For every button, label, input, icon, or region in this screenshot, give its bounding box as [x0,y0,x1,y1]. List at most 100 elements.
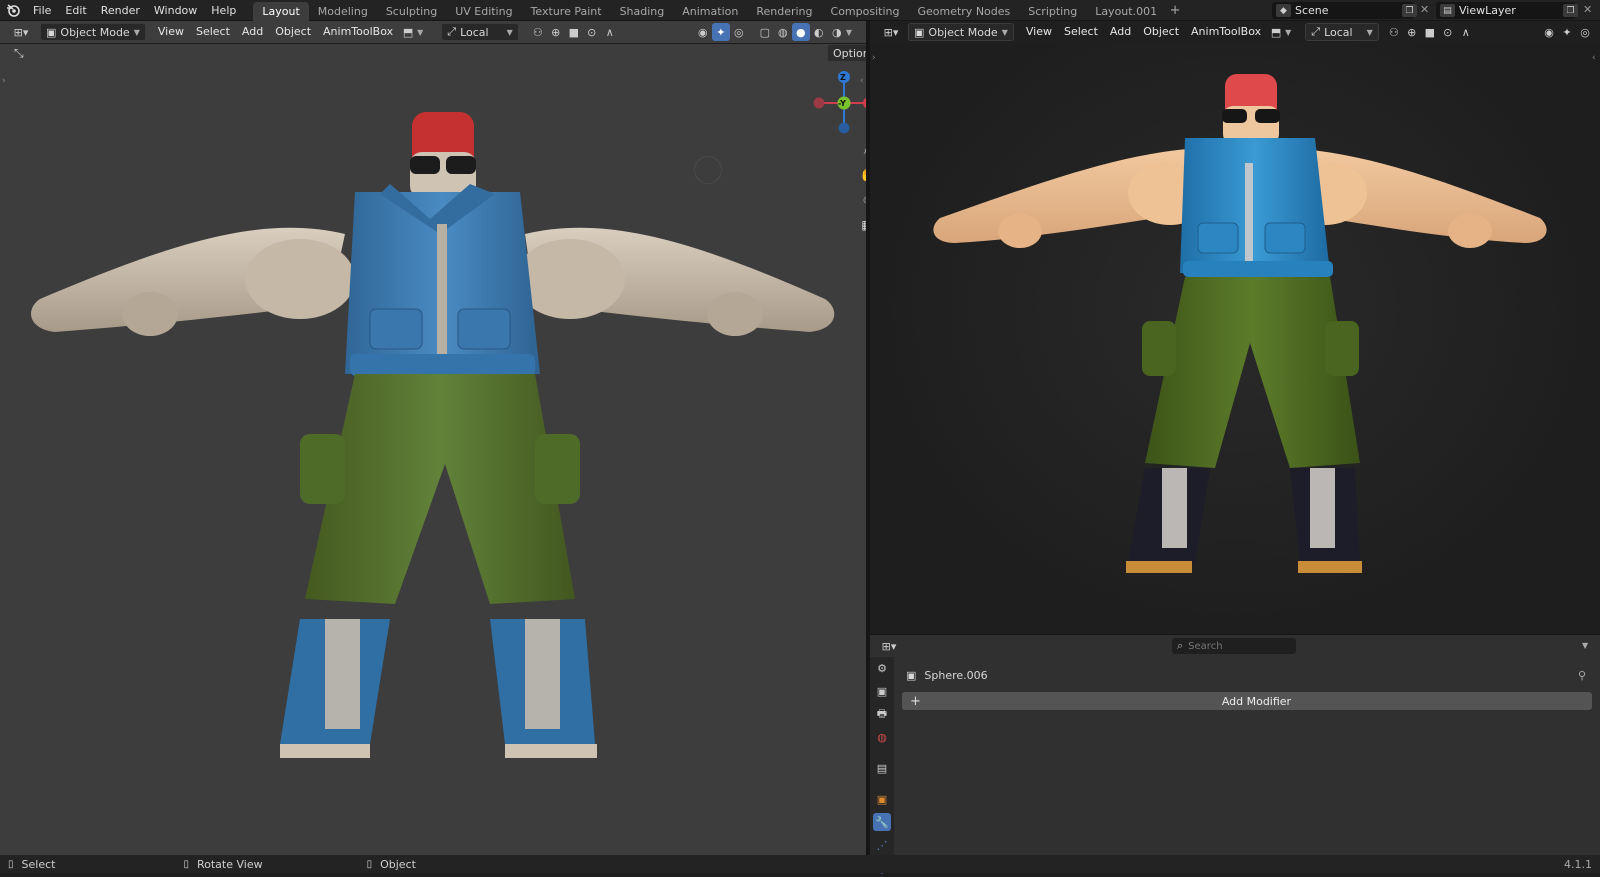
solid-shading-icon[interactable]: ● [791,23,810,41]
character-model-solid[interactable] [0,44,866,855]
tab-scripting[interactable]: Scripting [1019,2,1086,21]
right-orientation-dropdown[interactable]: ⤢ Local ▼ [1305,23,1379,41]
snap-icon[interactable]: ⊕ [547,23,565,41]
new-view-layer-icon[interactable]: ❐ [1563,4,1578,17]
workspace-tabs: Layout Modeling Sculpting UV Editing Texture… [253,0,1166,21]
chevron-down-icon: ▼ [417,27,424,37]
pivot-icon[interactable]: ⚇ [1385,23,1403,41]
add-workspace-button[interactable]: + [1166,1,1184,20]
left-orientation-label: Local [460,25,489,39]
render-icon[interactable]: ▣ [873,682,891,700]
particles-icon[interactable]: ⋰ [873,836,891,854]
tab-shading[interactable]: Shading [611,2,674,21]
object-cube-icon: ▣ [906,669,917,682]
add-modifier-plus-icon: + [910,693,921,709]
menu-help[interactable]: Help [204,0,243,21]
proportional-edit-icon[interactable]: ⊙ [1439,23,1457,41]
world-icon[interactable]: ◍ [873,728,891,746]
tab-sculpting[interactable]: Sculpting [377,2,446,21]
chevron-down-icon: ▼ [506,27,513,37]
tab-layout[interactable]: Layout [253,1,309,21]
falloff-icon[interactable]: ∧ [601,23,619,41]
left-menu-object[interactable]: Object [269,23,317,41]
properties-search[interactable]: ⌕ [1172,638,1296,654]
falloff-icon[interactable]: ∧ [1457,23,1475,41]
overlay-icon[interactable]: ◎ [730,23,748,41]
left-mode-dropdown[interactable]: ▣ Object Mode ▼ [40,23,146,41]
left-menu-animtoolbox[interactable]: AnimToolBox [317,23,399,41]
snap-icon[interactable]: ⊕ [1403,23,1421,41]
visibility-icon[interactable]: ◉ [694,23,712,41]
editor-type-icon[interactable]: ⊞▾ [8,23,34,41]
character-model-rendered[interactable] [870,43,1600,634]
keyframe-icon[interactable]: ⬒ [399,23,417,41]
view-layer-selector[interactable]: ▤ ViewLayer [1436,2,1576,19]
menu-render[interactable]: Render [94,0,147,21]
pin-icon[interactable]: ⚲ [1578,669,1586,682]
menu-window[interactable]: Window [147,0,204,21]
rendered-shading-icon[interactable]: ◑ [828,23,846,41]
left-viewport[interactable]: ⤡ › Options ▼ ‹ Z -Y X ⌕ ✋ ⌾ ▦ [0,44,866,855]
close-view-layer-icon[interactable]: ✕ [1583,3,1592,16]
chevron-down-icon: ▼ [1285,27,1292,37]
material-shading-icon[interactable]: ◐ [810,23,828,41]
scene-selector[interactable]: ◆ Scene ⚲ [1272,2,1414,19]
right-menu-add[interactable]: Add [1104,23,1137,41]
object-icon[interactable]: ▣ [873,790,891,808]
search-icon: ⌕ [1177,639,1184,652]
left-menu-select[interactable]: Select [190,23,236,41]
chevron-down-icon: ▼ [1001,27,1008,37]
proportional-edit-icon[interactable]: ⊙ [583,23,601,41]
visibility-icon[interactable]: ◉ [1540,23,1558,41]
properties-tabs: ⚙ ▣ 🖶 ◍ ▤ ▣ 🔧 ⋰ ◔ [870,657,894,875]
right-mode-dropdown[interactable]: ▣ Object Mode ▼ [908,23,1014,41]
status-rotate: Rotate View [196,857,263,871]
search-input[interactable] [1188,640,1279,652]
tab-modeling[interactable]: Modeling [309,2,377,21]
left-menu-add[interactable]: Add [236,23,269,41]
right-menu-object[interactable]: Object [1137,23,1185,41]
add-modifier-button[interactable]: + Add Modifier [902,692,1592,710]
editor-type-icon[interactable]: ⊞▾ [876,637,902,655]
close-scene-icon[interactable]: ✕ [1420,3,1429,16]
menu-file[interactable]: File [26,0,58,21]
mouse-left-icon: ▯ [8,858,14,870]
tab-layout-001[interactable]: Layout.001 [1086,2,1166,21]
cube-icon: ▣ [914,25,925,39]
properties-header: ⊞▾ ⌕ ▼ [870,635,1600,657]
chevron-down-icon[interactable]: ▼ [1582,641,1588,650]
output-icon[interactable]: 🖶 [873,705,891,723]
modifier-wrench-icon[interactable]: 🔧 [873,813,891,831]
pivot-icon[interactable]: ⚇ [529,23,547,41]
tab-rendering[interactable]: Rendering [747,2,821,21]
left-menu-view[interactable]: View [152,23,190,41]
blender-logo-icon[interactable] [0,0,26,21]
gizmo-toggle-icon[interactable]: ✦ [711,23,730,41]
overlay-icon[interactable]: ◎ [1576,23,1594,41]
collection-icon[interactable]: ▤ [873,759,891,777]
wireframe-shading-icon[interactable]: ◍ [774,23,792,41]
snap-target-icon[interactable]: ■ [565,23,583,41]
menu-edit[interactable]: Edit [58,0,93,21]
xray-icon[interactable]: ▢ [756,23,774,41]
right-viewport-header: ⊞▾ ▣ Object Mode ▼ View Select Add Object An… [870,21,1600,43]
snap-target-icon[interactable]: ■ [1421,23,1439,41]
right-menu-animtoolbox[interactable]: AnimToolBox [1185,23,1267,41]
tab-compositing[interactable]: Compositing [822,2,909,21]
tool-settings-icon[interactable]: ⚙ [873,659,891,677]
orientation-icon: ⤢ [447,25,457,38]
new-scene-icon[interactable]: ❐ [1402,4,1417,17]
orientation-icon: ⤢ [1311,25,1321,38]
right-menu-view[interactable]: View [1020,23,1058,41]
tab-animation[interactable]: Animation [673,2,747,21]
tab-geometry-nodes[interactable]: Geometry Nodes [908,2,1019,21]
tab-texture-paint[interactable]: Texture Paint [522,2,611,21]
left-orientation-dropdown[interactable]: ⤢ Local ▼ [441,23,519,41]
editor-type-icon[interactable]: ⊞▾ [878,23,904,41]
status-bar: ▯ Select ▯ Rotate View ▯ Object 4.1.1 [0,855,1600,873]
gizmo-toggle-icon[interactable]: ✦ [1558,23,1576,41]
right-viewport-rendered[interactable]: › ‹ [870,43,1600,634]
right-menu-select[interactable]: Select [1058,23,1104,41]
keyframe-icon[interactable]: ⬒ [1267,23,1285,41]
tab-uv-editing[interactable]: UV Editing [446,2,521,21]
